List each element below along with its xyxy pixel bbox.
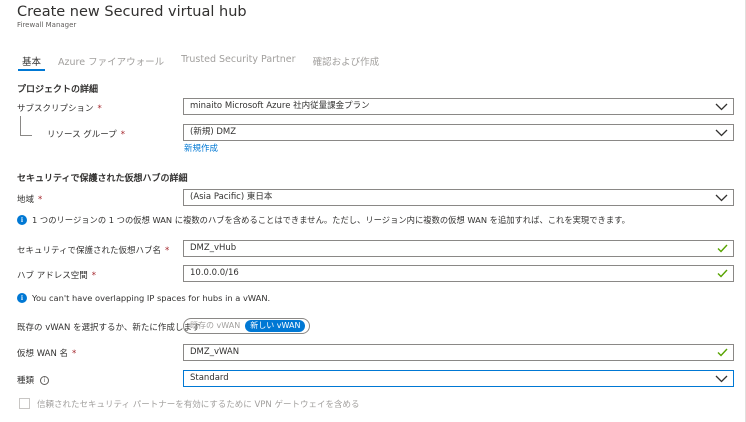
page-subtitle: Firewall Manager <box>17 21 77 29</box>
hub-name-label: セキュリティで保護された仮想ハブ名 * <box>17 246 170 256</box>
hub-address-value: 10.0.0.0/16 <box>190 268 239 278</box>
checkmark-icon <box>717 269 728 278</box>
chevron-down-icon <box>715 194 728 201</box>
tab-trusted-security-partner[interactable]: Trusted Security Partner <box>181 54 295 72</box>
vwan-name-label: 仮想 WAN 名 * <box>17 349 77 359</box>
project-details-heading: プロジェクトの詳細 <box>17 85 99 95</box>
vwan-toggle[interactable]: 既存の vWAN 新しい vWAN <box>183 318 310 334</box>
resource-group-label: リソース グループ * <box>47 130 126 140</box>
subscription-dropdown[interactable]: minaito Microsoft Azure 社内従量課金プラン <box>183 98 734 115</box>
hub-name-input[interactable]: DMZ_vHub <box>183 240 734 257</box>
vwan-name-value: DMZ_vWAN <box>190 347 240 357</box>
vpn-gateway-checkbox[interactable] <box>19 398 30 409</box>
tab-bar: 基本 Azure ファイアウォール Trusted Security Partn… <box>17 54 396 72</box>
checkmark-icon <box>717 348 728 357</box>
required-marker: * <box>72 349 77 359</box>
type-value: Standard <box>190 373 229 383</box>
type-label: 種類 i <box>17 374 50 386</box>
info-circle-icon[interactable]: i <box>40 376 50 385</box>
tab-azure-firewall[interactable]: Azure ファイアウォール <box>58 54 164 72</box>
required-marker: * <box>38 195 43 205</box>
subscription-value: minaito Microsoft Azure 社内従量課金プラン <box>190 101 370 111</box>
hub-details-heading: セキュリティで保護された仮想ハブの詳細 <box>17 174 188 184</box>
overlap-info-message: i You can't have overlapping IP spaces f… <box>17 293 270 303</box>
chevron-down-icon <box>715 375 728 382</box>
vpn-gateway-checkbox-label: 信頼されたセキュリティ パートナーを有効にするために VPN ゲートウェイを含め… <box>37 400 360 410</box>
new-vwan-option[interactable]: 新しい vWAN <box>245 320 306 332</box>
info-icon: i <box>17 293 27 303</box>
hub-address-input[interactable]: 10.0.0.0/16 <box>183 265 734 282</box>
region-info-text: 1 つのリージョンの 1 つの仮想 WAN に複数のハブを含めることはできません… <box>32 215 630 225</box>
required-marker: * <box>120 130 126 140</box>
required-marker: * <box>165 246 170 256</box>
existing-vwan-option[interactable]: 既存の vWAN <box>185 320 245 332</box>
hub-name-value: DMZ_vHub <box>190 243 237 253</box>
region-value: (Asia Pacific) 東日本 <box>190 192 273 202</box>
required-marker: * <box>91 271 96 281</box>
subscription-label: サブスクリプション * <box>17 104 102 114</box>
type-dropdown[interactable]: Standard <box>183 370 734 387</box>
resource-group-dropdown[interactable]: (新規) DMZ <box>183 124 734 141</box>
hub-address-label: ハブ アドレス空間 * <box>17 271 96 281</box>
checkmark-icon <box>717 244 728 253</box>
tab-review-create[interactable]: 確認および作成 <box>313 54 380 72</box>
hierarchy-connector <box>20 116 32 136</box>
chevron-down-icon <box>715 129 728 136</box>
region-dropdown[interactable]: (Asia Pacific) 東日本 <box>183 189 734 206</box>
tab-basics[interactable]: 基本 <box>17 54 46 72</box>
create-new-link[interactable]: 新規作成 <box>184 142 218 154</box>
required-marker: * <box>97 104 102 114</box>
info-icon: i <box>17 215 27 225</box>
region-label: 地域 * <box>17 195 43 205</box>
resource-group-value: (新規) DMZ <box>190 127 237 137</box>
page-title: Create new Secured virtual hub <box>17 4 247 20</box>
vwan-choice-label: 既存の vWAN を選択するか、新たに作成します <box>17 323 201 333</box>
overlap-info-text: You can't have overlapping IP spaces for… <box>32 293 271 303</box>
region-info-message: i 1 つのリージョンの 1 つの仮想 WAN に複数のハブを含めることはできま… <box>17 214 630 226</box>
vwan-name-input[interactable]: DMZ_vWAN <box>183 344 734 361</box>
chevron-down-icon <box>715 103 728 110</box>
